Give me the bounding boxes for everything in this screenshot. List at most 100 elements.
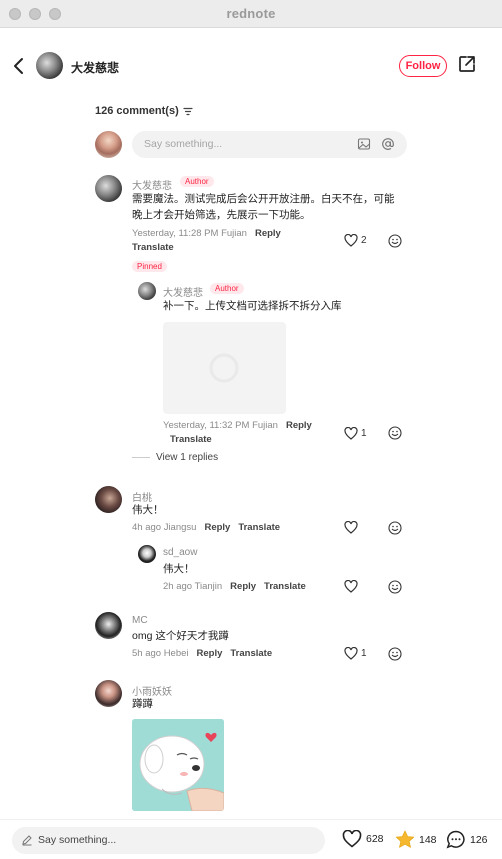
commenter-avatar[interactable] — [138, 282, 156, 300]
zoom-window-button[interactable] — [49, 8, 61, 20]
post-header: 大发慈悲 Follow — [0, 48, 502, 84]
translate-button[interactable]: Translate — [230, 648, 272, 659]
my-avatar — [95, 131, 122, 158]
commenter-avatar[interactable] — [95, 175, 122, 202]
commenter-avatar[interactable] — [95, 612, 122, 639]
emoji-icon[interactable] — [388, 647, 402, 661]
reply-button[interactable]: Reply — [255, 228, 281, 239]
comment-text: 补一下。上传文档可选择拆不拆分入库 — [163, 300, 342, 312]
collect-post-button[interactable]: 148 — [395, 830, 437, 849]
like-button[interactable] — [344, 580, 358, 593]
view-replies-label: View 1 replies — [156, 452, 219, 463]
like-button[interactable]: 1 — [344, 427, 367, 440]
star-icon — [395, 830, 415, 848]
emoji-icon[interactable] — [388, 426, 402, 440]
comment-count-label: 126 comment(s) — [95, 105, 179, 117]
comment-input-placeholder: Say something... — [144, 138, 223, 150]
like-button[interactable] — [344, 521, 358, 534]
bottom-action-bar: Say something... 628 148 126 — [0, 819, 502, 859]
translate-button[interactable]: Translate — [264, 581, 306, 592]
comment-text: 伟大！ — [163, 563, 195, 575]
reply-button[interactable]: Reply — [286, 420, 312, 431]
author-badge: Author — [210, 283, 244, 294]
bottom-comment-input[interactable]: Say something... — [12, 827, 325, 854]
view-replies-button[interactable]: View 1 replies — [132, 452, 218, 463]
comment-meta: 5h ago Hebei Reply Translate — [132, 648, 272, 659]
comment-text-line: 晚上才会开始筛选，先展示一下功能。 — [132, 209, 311, 221]
comment-timestamp-location: 5h ago Hebei — [132, 648, 189, 659]
image-loading-icon — [209, 353, 239, 383]
close-window-button[interactable] — [9, 8, 21, 20]
comment-count[interactable]: 126 comment(s) — [95, 105, 193, 117]
comment-username[interactable]: sd_aow — [163, 547, 197, 558]
like-button[interactable]: 2 — [344, 234, 367, 247]
author-badge: Author — [180, 176, 214, 187]
heart-icon — [344, 521, 358, 534]
commenter-avatar[interactable] — [138, 545, 156, 563]
comment-bubble-icon — [446, 830, 465, 849]
comment-username[interactable]: 大发慈悲 — [132, 177, 172, 192]
minimize-window-button[interactable] — [29, 8, 41, 20]
translate-button[interactable]: Translate — [238, 522, 280, 533]
comment-username[interactable]: MC — [132, 615, 148, 626]
pen-icon — [22, 835, 32, 846]
comment-input-row: Say something... — [95, 131, 407, 158]
comment-input[interactable]: Say something... — [132, 131, 407, 158]
emoji-icon[interactable] — [388, 234, 402, 248]
translate-button[interactable]: Translate — [170, 434, 212, 445]
image-icon[interactable] — [357, 137, 371, 151]
like-count: 2 — [361, 235, 367, 246]
heart-icon — [342, 830, 362, 848]
emoji-icon[interactable] — [388, 580, 402, 594]
comment-text: 需要魔法。测试完成后会公开开放注册。白天不在，可能 晚上才会开始筛选，先展示一下… — [132, 191, 395, 223]
comment-timestamp-location: 4h ago Jiangsu — [132, 522, 197, 533]
back-icon[interactable] — [10, 56, 28, 76]
like-count: 1 — [361, 648, 367, 659]
comment-username[interactable]: 大发慈悲 — [163, 284, 203, 299]
comment-timestamp-location: 2h ago Tianjin — [163, 581, 223, 592]
heart-icon — [344, 647, 358, 660]
comment-meta: 4h ago Jiangsu Reply Translate — [132, 522, 280, 533]
author-name[interactable]: 大发慈悲 — [71, 59, 119, 76]
post-comment-count: 126 — [470, 833, 488, 846]
reply-button[interactable]: Reply — [204, 522, 230, 533]
pinned-badge: Pinned — [132, 261, 167, 272]
title-bar: rednote — [0, 0, 502, 28]
like-button[interactable]: 1 — [344, 647, 367, 660]
reply-button[interactable]: Reply — [230, 581, 256, 592]
at-icon[interactable] — [381, 137, 395, 151]
heart-icon — [344, 234, 358, 247]
window-title: rednote — [226, 6, 276, 21]
comment-meta: Yesterday, 11:28 PM Fujian Reply — [132, 228, 281, 239]
divider — [132, 457, 150, 458]
comment-text-line: 需要魔法。测试完成后会公开开放注册。白天不在，可能 — [132, 193, 395, 205]
translate-button[interactable]: Translate — [132, 242, 174, 253]
emoji-icon[interactable] — [388, 521, 402, 535]
follow-button[interactable]: Follow — [399, 55, 447, 77]
comment-text: 蹲蹲 — [132, 698, 153, 710]
attached-image[interactable] — [163, 322, 286, 414]
comment-meta: Yesterday, 11:32 PM Fujian Reply — [163, 420, 312, 431]
commenter-avatar[interactable] — [95, 486, 122, 513]
share-icon[interactable] — [458, 55, 476, 73]
heart-icon — [344, 580, 358, 593]
sort-icon[interactable] — [183, 107, 193, 116]
heart-icon — [344, 427, 358, 440]
comment-timestamp-location: Yesterday, 11:28 PM Fujian — [132, 228, 247, 239]
commenter-avatar[interactable] — [95, 680, 122, 707]
puppy-sticker-illustration — [132, 719, 224, 811]
reply-button[interactable]: Reply — [197, 648, 223, 659]
window-controls — [9, 8, 61, 20]
post-star-count: 148 — [419, 833, 437, 846]
comment-text: 伟大！ — [132, 504, 164, 516]
comment-timestamp-location: Yesterday, 11:32 PM Fujian — [163, 420, 278, 431]
app-window: rednote 大发慈悲 Follow 126 comment(s) Say s… — [0, 0, 502, 859]
like-count: 1 — [361, 428, 367, 439]
post-like-count: 628 — [366, 833, 384, 845]
author-avatar[interactable] — [36, 52, 63, 79]
bottom-input-label: Say something... — [38, 834, 117, 846]
comment-meta: 2h ago Tianjin Reply Translate — [163, 581, 306, 592]
sticker-image[interactable] — [132, 719, 224, 811]
like-post-button[interactable]: 628 — [342, 830, 384, 848]
comments-button[interactable]: 126 — [446, 830, 488, 849]
